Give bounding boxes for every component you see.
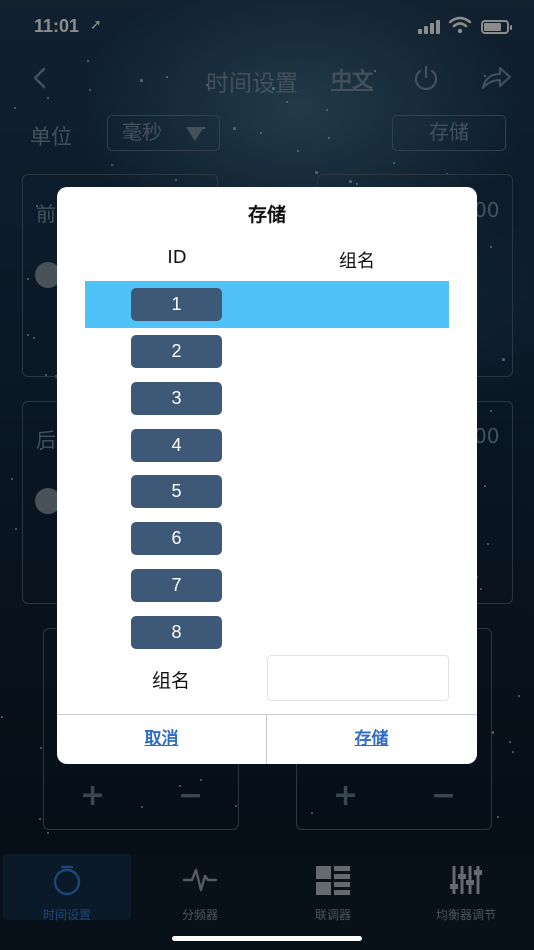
id-button-4[interactable]: 4	[131, 429, 222, 462]
id-column-header: ID	[167, 247, 187, 268]
id-button-8[interactable]: 8	[131, 616, 222, 649]
id-button-6[interactable]: 6	[131, 522, 222, 555]
home-indicator	[172, 936, 362, 941]
id-button-1[interactable]: 1	[131, 288, 222, 321]
dialog-title: 存储	[247, 204, 286, 226]
group-name-label: 组名	[152, 670, 191, 692]
id-button-5[interactable]: 5	[131, 475, 222, 508]
store-dialog: 存储 ID 组名 1 2 3 4 5 6 7 8 组名 取消 存储	[57, 187, 477, 764]
group-name-column-header: 组名	[339, 251, 375, 272]
cancel-button[interactable]: 取消	[57, 715, 266, 764]
save-button[interactable]: 存储	[267, 715, 476, 764]
id-button-2[interactable]: 2	[131, 335, 222, 368]
group-name-input[interactable]	[267, 655, 449, 701]
id-button-7[interactable]: 7	[131, 569, 222, 602]
id-button-3[interactable]: 3	[131, 382, 222, 415]
